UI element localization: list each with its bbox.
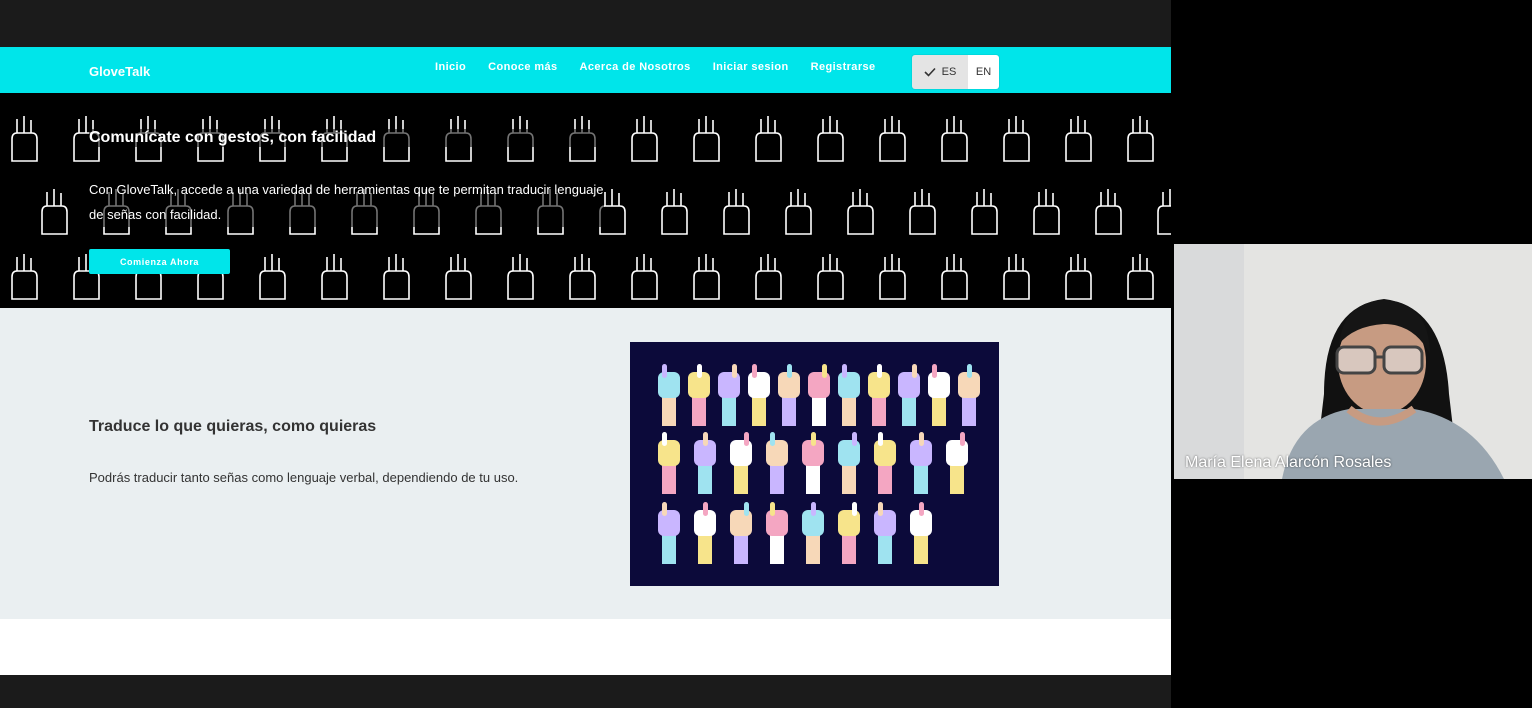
checkmark-icon [924,67,936,77]
nav-links: Inicio Conoce más Acerca de Nosotros Ini… [435,61,876,73]
nav-link-iniciar-sesion[interactable]: Iniciar sesion [713,61,789,73]
sign-alphabet-illustration [630,342,999,586]
language-toggle: ES EN [912,55,999,89]
start-now-button[interactable]: Comienza Ahora [89,249,230,274]
screen-bottom-strip [0,675,1171,708]
brand-logo[interactable]: GloveTalk [89,64,150,79]
sign-alphabet-hands [658,364,980,564]
nav-link-registrarse[interactable]: Registrarse [811,61,876,73]
hero-title-wrap: Comunícate con gestos, con facilidad [89,129,609,147]
participant-video [1174,244,1532,479]
hero-section: Comunícate con gestos, con facilidad Con… [0,93,1171,308]
hero-description: Con GloveTalk, accede a una variedad de … [89,177,604,227]
participant-video-tile[interactable]: María Elena Alarcón Rosales [1174,244,1532,479]
nav-link-conoce-mas[interactable]: Conoce más [488,61,557,73]
language-label-es: ES [941,66,957,78]
language-option-en[interactable]: EN [968,55,999,89]
hero-title: Comunícate con gestos, con facilidad [89,129,377,146]
nav-link-acerca-de-nosotros[interactable]: Acerca de Nosotros [580,61,691,73]
language-label-en: EN [975,66,992,78]
nav-link-inicio[interactable]: Inicio [435,61,466,73]
page-white-band [0,619,1171,675]
feature-section: Traduce lo que quieras, como quieras Pod… [0,308,1171,619]
feature-title: Traduce lo que quieras, como quieras [89,418,377,435]
site-navbar: GloveTalk Inicio Conoce más Acerca de No… [0,47,1171,93]
shared-screen: GloveTalk Inicio Conoce más Acerca de No… [0,0,1171,708]
feature-description: Podrás traducir tanto señas como lenguaj… [89,470,519,485]
participant-name: María Elena Alarcón Rosales [1185,454,1392,471]
language-option-es[interactable]: ES [912,55,968,89]
